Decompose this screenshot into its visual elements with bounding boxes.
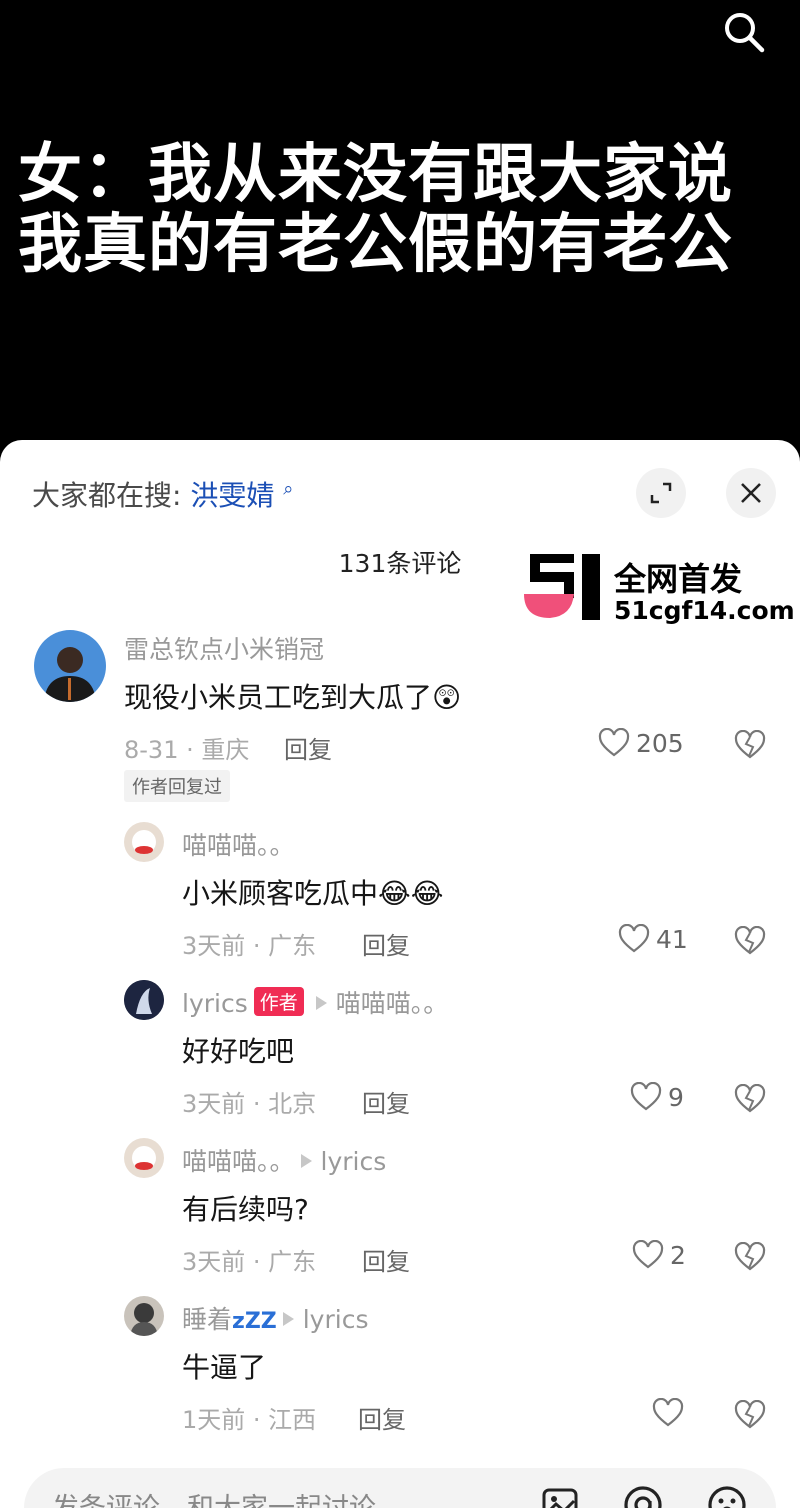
heart-icon xyxy=(652,1398,684,1427)
emoji-icon xyxy=(708,1486,746,1508)
reply-button[interactable]: 回复 xyxy=(284,730,332,765)
heart-icon xyxy=(598,728,630,757)
avatar[interactable] xyxy=(124,1296,164,1336)
avatar[interactable] xyxy=(34,630,106,702)
reply-text-body: 小米顾客吃瓜中 xyxy=(182,877,379,910)
reply-text: 小米顾客吃瓜中😂😂 xyxy=(182,872,443,912)
reply-text: 有后续吗? xyxy=(182,1193,309,1226)
watermark-line-1: 全网首发 xyxy=(614,560,743,598)
mention-button[interactable] xyxy=(622,1484,664,1508)
surprised-emoji-icon: 😲 xyxy=(432,681,462,714)
watermark: 全网首发 51cgf14.com xyxy=(520,552,795,632)
reply-header: 喵喵喵。。 lyrics xyxy=(182,1142,386,1178)
close-button[interactable] xyxy=(726,468,776,518)
dislike-heart-icon xyxy=(734,925,766,955)
reply-header: 睡着zZZ lyrics xyxy=(182,1300,368,1336)
heart-icon xyxy=(630,1082,662,1111)
reply-to-username[interactable]: 喵喵喵。。 xyxy=(336,989,449,1018)
hot-search-prefix: 大家都在搜: xyxy=(32,479,182,512)
comment-text: 现役小米员工吃到大瓜了😲 xyxy=(124,676,461,716)
author-replied-tag: 作者回复过 xyxy=(124,770,230,802)
avatar[interactable] xyxy=(124,822,164,862)
reply-meta: 3天前 · 广东 xyxy=(182,1248,317,1276)
comment-text-body: 现役小米员工吃到大瓜了 xyxy=(124,681,433,714)
comment-username[interactable]: 雷总钦点小米销冠 xyxy=(124,630,324,666)
caption-line-1: 女：我从来没有跟大家说 xyxy=(18,138,733,212)
reply-button[interactable]: 回复 xyxy=(358,1400,406,1435)
reply-text: 牛逼了 xyxy=(182,1351,267,1384)
dislike-heart-icon xyxy=(734,729,766,759)
dislike-button[interactable] xyxy=(734,1241,766,1276)
reply-arrow-icon xyxy=(315,996,327,1010)
video-area[interactable]: 女：我从来没有跟大家说 我真的有老公假的有老公 xyxy=(0,0,800,445)
sleep-emoji-icon: zZZ xyxy=(232,1309,277,1334)
reply-button[interactable]: 回复 xyxy=(362,926,410,961)
heart-icon xyxy=(618,924,650,953)
like-count: 41 xyxy=(656,924,688,954)
dislike-button[interactable] xyxy=(734,729,766,764)
comment-sheet: 大家都在搜: 洪雯婧 ⌕ 131条评论 全网首发 51cgf14.com 雷总钦… xyxy=(0,440,800,1508)
comment-meta: 8-31 · 重庆 xyxy=(124,736,250,764)
watermark-logo xyxy=(524,554,600,620)
caption-line-2: 我真的有老公假的有老公 xyxy=(18,208,733,282)
reply-meta: 3天前 · 广东 xyxy=(182,932,317,960)
reply-username[interactable]: lyrics xyxy=(182,989,248,1018)
like-button[interactable]: 2 xyxy=(632,1240,686,1270)
reply-username[interactable]: 喵喵喵。。 xyxy=(182,826,295,862)
like-button[interactable]: 9 xyxy=(630,1082,684,1112)
hot-search-bar[interactable]: 大家都在搜: 洪雯婧 ⌕ xyxy=(32,474,293,514)
like-count: 9 xyxy=(668,1082,684,1112)
expand-icon xyxy=(650,482,672,504)
like-button[interactable]: 41 xyxy=(618,924,688,954)
image-button[interactable] xyxy=(540,1484,580,1508)
expand-button[interactable] xyxy=(636,468,686,518)
image-icon xyxy=(542,1488,578,1508)
at-icon xyxy=(624,1486,662,1508)
avatar[interactable] xyxy=(124,980,164,1020)
comment-input[interactable]: 发条评论，和大家一起讨论 xyxy=(52,1486,376,1508)
laughing-emoji-icon: 😂😂 xyxy=(378,877,444,910)
dislike-button[interactable] xyxy=(734,1399,766,1434)
emoji-button[interactable] xyxy=(706,1484,748,1508)
author-badge: 作者 xyxy=(253,987,304,1016)
reply-username[interactable]: 喵喵喵。。 xyxy=(182,1147,295,1176)
watermark-line-2: 51cgf14.com xyxy=(614,596,795,625)
dislike-heart-icon xyxy=(734,1241,766,1271)
reply-username[interactable]: 睡着 xyxy=(182,1305,232,1334)
like-count: 2 xyxy=(670,1240,686,1270)
reply-header: lyrics 作者 喵喵喵。。 xyxy=(182,984,448,1020)
video-caption: 女：我从来没有跟大家说 我真的有老公假的有老公 xyxy=(18,140,788,280)
reply-meta: 1天前 · 江西 xyxy=(182,1406,317,1434)
reply-button[interactable]: 回复 xyxy=(362,1242,410,1277)
dislike-button[interactable] xyxy=(734,1083,766,1118)
hot-search-icon: ⌕ xyxy=(283,478,294,500)
reply-arrow-icon xyxy=(300,1154,312,1168)
dislike-button[interactable] xyxy=(734,925,766,960)
reply-to-username[interactable]: lyrics xyxy=(303,1305,369,1334)
like-button[interactable] xyxy=(652,1398,690,1428)
search-icon[interactable] xyxy=(720,8,768,56)
reply-arrow-icon xyxy=(282,1312,294,1326)
reply-to-username[interactable]: lyrics xyxy=(321,1147,387,1176)
avatar[interactable] xyxy=(124,1138,164,1178)
dislike-heart-icon xyxy=(734,1083,766,1113)
like-button[interactable]: 205 xyxy=(598,728,684,758)
like-count: 205 xyxy=(636,728,684,758)
reply-text: 好好吃吧 xyxy=(182,1035,295,1068)
reply-button[interactable]: 回复 xyxy=(362,1084,410,1119)
close-icon xyxy=(741,483,761,503)
hot-search-keyword[interactable]: 洪雯婧 xyxy=(190,479,274,512)
dislike-heart-icon xyxy=(734,1399,766,1429)
comment-input-bar[interactable]: 发条评论，和大家一起讨论 xyxy=(24,1468,776,1508)
heart-icon xyxy=(632,1240,664,1269)
reply-meta: 3天前 · 北京 xyxy=(182,1090,317,1118)
